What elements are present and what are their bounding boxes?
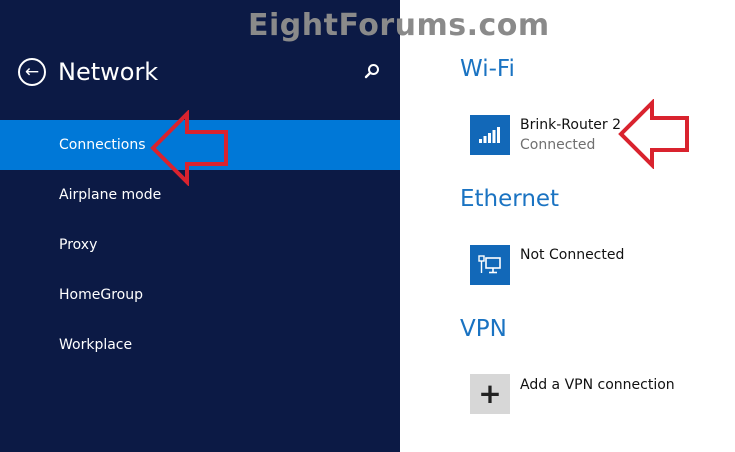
left-panel: ← Network Connections Airplane mode Prox… xyxy=(0,0,400,452)
ethernet-icon[interactable] xyxy=(470,245,510,285)
search-icon[interactable] xyxy=(362,61,382,81)
nav-item-label: Proxy xyxy=(59,237,98,253)
add-vpn-connection-link[interactable]: Add a VPN connection xyxy=(520,377,675,393)
nav-item-label: Workplace xyxy=(59,337,133,353)
page-title: Network xyxy=(58,58,159,86)
nav-item-label: Connections xyxy=(59,137,146,153)
nav-item-label: HomeGroup xyxy=(59,287,143,303)
nav-item-proxy[interactable]: Proxy xyxy=(0,220,400,270)
nav-item-homegroup[interactable]: HomeGroup xyxy=(0,270,400,320)
nav-item-label: Airplane mode xyxy=(59,187,162,203)
wifi-network-name[interactable]: Brink-Router 2 xyxy=(520,117,621,133)
wifi-signal-icon[interactable] xyxy=(470,115,510,155)
plus-icon[interactable]: + xyxy=(470,374,510,414)
annotation-arrow-left xyxy=(150,110,228,186)
wifi-status: Connected xyxy=(520,137,596,153)
nav-item-workplace[interactable]: Workplace xyxy=(0,320,400,370)
ethernet-status[interactable]: Not Connected xyxy=(520,247,624,263)
back-arrow-icon[interactable]: ← xyxy=(18,58,46,86)
wifi-section-title: Wi-Fi xyxy=(460,56,515,82)
ethernet-section-title: Ethernet xyxy=(460,186,560,212)
vpn-section-title: VPN xyxy=(460,316,507,342)
watermark: EightForums.com xyxy=(248,8,550,43)
right-panel: Wi-Fi Brink-Router 2 Connected Ethernet … xyxy=(400,0,735,452)
annotation-arrow-left xyxy=(618,99,689,169)
panel-header: ← Network xyxy=(18,55,158,89)
